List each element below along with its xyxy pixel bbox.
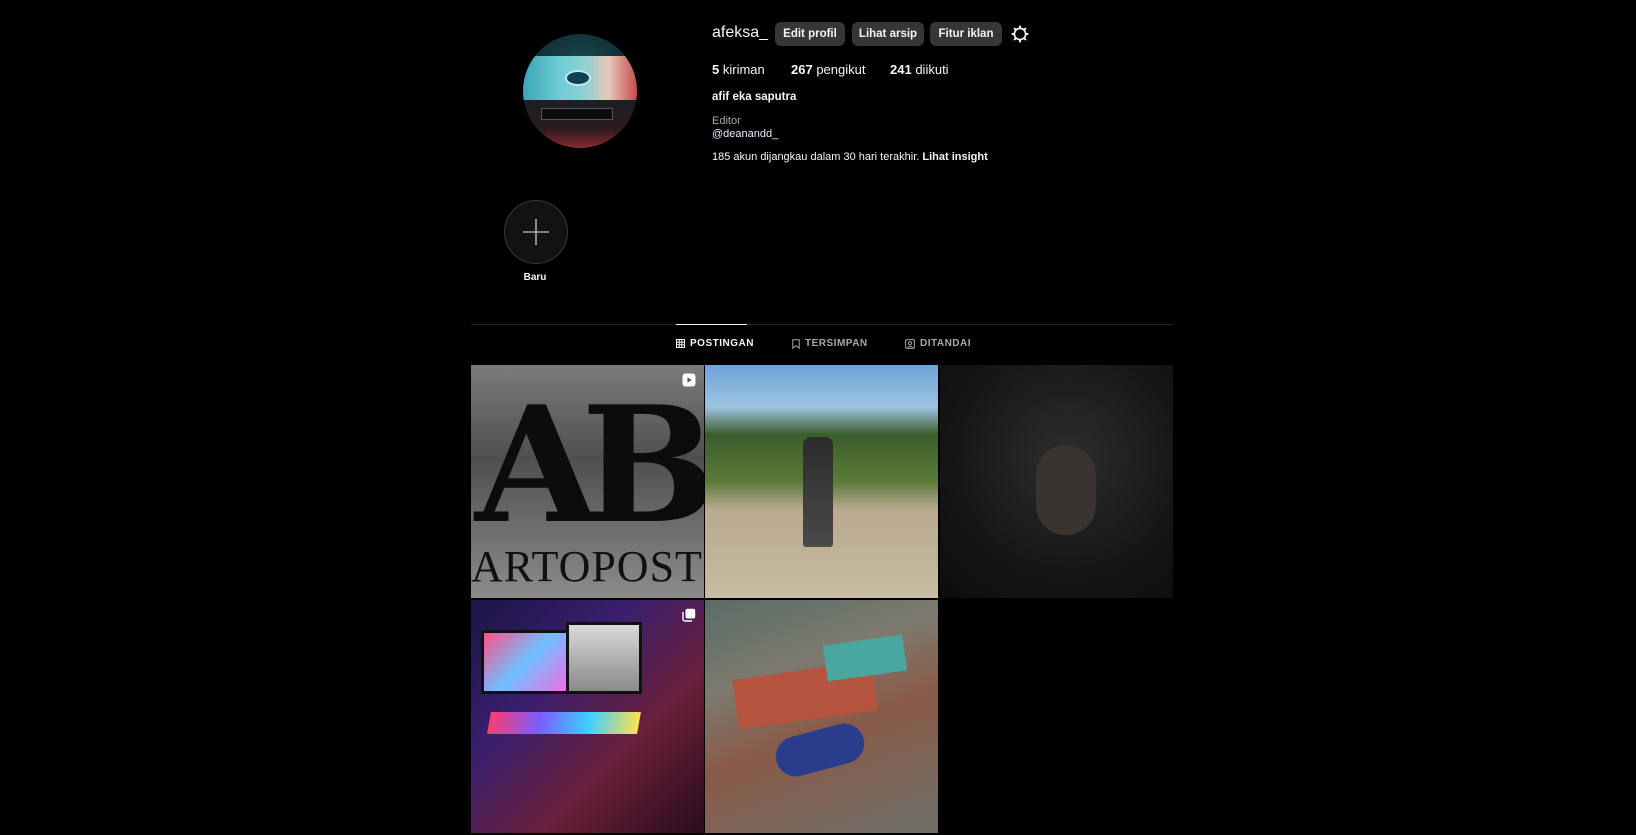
profile-category: Editor [712,115,741,127]
posts-label: kiriman [722,62,765,77]
followers-label: pengikut [816,62,866,77]
avatar-art-bar [541,108,613,120]
new-highlight-label: Baru [523,272,547,283]
post-4-keyboard [487,712,641,734]
posts-count-stat: 5 kiriman [712,62,765,77]
mentioned-handle-link[interactable]: @deanandd_ [712,128,778,140]
tab-tagged[interactable]: DITANDAI [905,338,971,349]
followers-count: 267 [791,62,813,77]
carousel-icon [682,608,696,622]
edit-profile-button[interactable]: Edit profil [775,22,845,46]
tab-posts-label: POSTINGAN [690,338,754,349]
post-1-letters: AB [475,371,704,559]
reel-icon [682,373,696,387]
tab-posts[interactable]: POSTINGAN [676,338,754,349]
post-tile-3[interactable] [940,365,1173,598]
post-tile-1[interactable]: AB ARTOPOST [471,365,704,598]
following-label: diikuti [915,62,949,77]
ad-tools-button[interactable]: Fitur iklan [930,22,1002,46]
posts-count: 5 [712,62,720,77]
active-tab-indicator [676,324,747,325]
grid-icon [676,339,685,348]
post-4-monitor-right [566,622,642,694]
username: afeksa_ [712,24,769,41]
avatar-art-eye [565,70,591,86]
insight-text: 185 akun dijangkau dalam 30 hari terakhi… [712,151,920,163]
post-2-subject [803,437,833,547]
tabs-divider [471,324,1173,325]
bookmark-icon [792,338,800,349]
tab-saved[interactable]: TERSIMPAN [792,338,868,349]
post-tile-4[interactable] [471,600,704,833]
plus-icon [523,219,549,245]
post-5-building [822,634,908,682]
followers-stat[interactable]: 267 pengikut [791,62,865,77]
following-count: 241 [890,62,912,77]
settings-gear-icon[interactable] [1011,25,1029,43]
post-4-monitor-left [481,630,569,694]
new-highlight-button[interactable] [504,200,568,264]
post-5-subject [771,719,869,781]
insight-summary: 185 akun dijangkau dalam 30 hari terakhi… [712,151,988,163]
tab-saved-label: TERSIMPAN [805,338,868,349]
post-3-subject [1036,445,1096,535]
full-name: afif eka saputra [712,91,797,103]
following-stat[interactable]: 241 diikuti [890,62,949,77]
tab-tagged-label: DITANDAI [920,338,972,349]
profile-picture[interactable] [523,34,637,148]
view-insight-link[interactable]: Lihat insight [922,151,987,163]
tagged-icon [905,338,915,349]
post-1-word: ARTOPOST [471,542,703,591]
post-tile-2[interactable] [705,365,938,598]
view-archive-button[interactable]: Lihat arsip [852,22,924,46]
post-tile-5[interactable] [705,600,938,833]
